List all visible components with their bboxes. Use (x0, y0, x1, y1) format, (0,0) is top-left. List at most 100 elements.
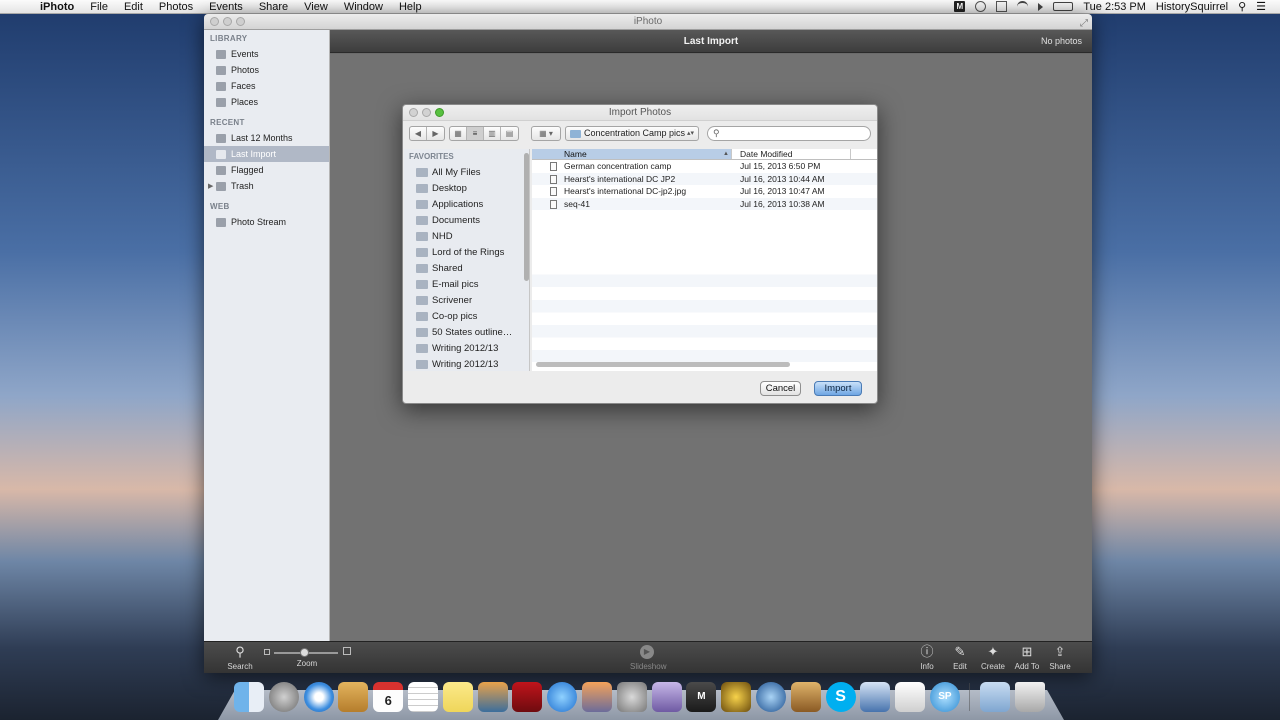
menu-share[interactable]: Share (251, 0, 296, 14)
arrange-button[interactable]: ▦ ▾ (531, 126, 561, 141)
mail-icon[interactable]: M (686, 682, 717, 712)
time-machine-icon[interactable] (975, 1, 987, 12)
search-button[interactable]: ⚲ Search (223, 645, 257, 672)
zoom-slider[interactable] (262, 647, 352, 659)
location-popup[interactable]: Concentration Camp pics ▴▾ (565, 126, 699, 141)
iphoto-icon[interactable] (477, 682, 508, 712)
favorite-lord-of-the-rings[interactable]: Lord of the Rings (404, 244, 529, 260)
favorite-50-states-outline[interactable]: 50 States outline… (404, 324, 529, 340)
favorite-documents[interactable]: Documents (404, 212, 529, 228)
keynote-icon[interactable] (581, 682, 612, 712)
share-button[interactable]: ⇪ Share (1043, 645, 1077, 672)
sidebar-item-places[interactable]: Places (204, 94, 329, 110)
favorite-nhd[interactable]: NHD (404, 228, 529, 244)
forward-button[interactable]: ▶ (427, 127, 444, 140)
file-row[interactable]: Hearst's international DC JP2 Jul 16, 20… (532, 172, 877, 186)
sidebar-item-flagged[interactable]: Flagged (204, 162, 329, 178)
zoom-knob[interactable] (300, 648, 309, 657)
slideshow-button[interactable]: ▶ Slideshow (630, 645, 666, 671)
cancel-button[interactable]: Cancel (760, 381, 801, 396)
add-to-button[interactable]: ⊞ Add To (1010, 645, 1044, 672)
battery-icon[interactable] (1053, 2, 1074, 11)
safari-icon[interactable] (303, 682, 334, 712)
menu-clock[interactable]: Tue 2:53 PM (1083, 1, 1146, 13)
sidebar-item-last-import[interactable]: Last Import (204, 146, 329, 162)
quicktime-icon[interactable] (755, 682, 786, 712)
sp-app-icon[interactable]: SP (929, 682, 960, 712)
dialog-minimize-button[interactable] (422, 108, 431, 117)
dialog-zoom-button[interactable] (435, 108, 444, 117)
favorite-desktop[interactable]: Desktop (404, 180, 529, 196)
minimize-button[interactable] (223, 17, 232, 26)
favorite-scrivener[interactable]: Scrivener (404, 292, 529, 308)
zoom-button[interactable] (236, 17, 245, 26)
sidebar-item-photo-stream[interactable]: Photo Stream (204, 214, 329, 230)
system-preferences-icon[interactable] (616, 682, 647, 712)
sidebar-item-last-12-months[interactable]: Last 12 Months (204, 130, 329, 146)
wifi-icon[interactable] (1017, 1, 1029, 12)
menu-window[interactable]: Window (336, 0, 391, 14)
bluetooth-icon[interactable] (996, 1, 1008, 12)
file-row[interactable]: seq-41 Jul 16, 2013 10:38 AM (532, 197, 877, 211)
close-button[interactable] (210, 17, 219, 26)
menu-extra-m-icon[interactable]: M (954, 1, 966, 12)
contacts-icon[interactable] (338, 682, 369, 712)
menu-help[interactable]: Help (391, 0, 430, 14)
favorite-e-mail-pics[interactable]: E-mail pics (404, 276, 529, 292)
column-view-icon[interactable]: ▥ (484, 127, 501, 140)
disclosure-triangle-icon[interactable]: ▶ (208, 182, 213, 190)
sidebar-scrollbar[interactable] (524, 153, 529, 281)
preview-icon[interactable] (860, 682, 891, 712)
sidebar-item-trash[interactable]: ▶ Trash (204, 178, 329, 194)
notes-icon[interactable] (442, 682, 473, 712)
launchpad-icon[interactable] (268, 682, 299, 712)
favorite-shared[interactable]: Shared (404, 260, 529, 276)
skype-icon[interactable]: S (825, 682, 856, 712)
trash-icon[interactable] (1014, 682, 1045, 712)
create-button[interactable]: ✦ Create (976, 645, 1010, 672)
menu-user[interactable]: HistorySquirrel (1156, 1, 1228, 13)
sidebar-item-faces[interactable]: Faces (204, 78, 329, 94)
menu-file[interactable]: File (82, 0, 116, 14)
file-row[interactable]: Hearst's international DC-jp2.jpg Jul 16… (532, 185, 877, 198)
textedit-icon[interactable] (895, 682, 926, 712)
favorite-all-my-files[interactable]: All My Files (404, 164, 529, 180)
favorite-label: 50 States outline… (432, 326, 513, 338)
calendar-icon[interactable]: 6 (373, 682, 404, 712)
edit-button[interactable]: ✎ Edit (943, 645, 977, 672)
column-name-header[interactable]: Name ▲ (532, 149, 731, 159)
reminders-icon[interactable] (407, 682, 438, 712)
documents-stack-icon[interactable] (979, 682, 1010, 712)
list-view-icon[interactable]: ≡ (467, 127, 484, 140)
favorite-applications[interactable]: Applications (404, 196, 529, 212)
menu-app-iphoto[interactable]: iPhoto (36, 0, 82, 14)
garageband-icon[interactable] (790, 682, 821, 712)
sidebar-item-events[interactable]: Events (204, 46, 329, 62)
info-button[interactable]: ⓘ Info (910, 645, 944, 672)
finder-icon[interactable] (234, 682, 264, 712)
import-button[interactable]: Import (814, 381, 862, 396)
sidebar-item-photos[interactable]: Photos (204, 62, 329, 78)
icon-view-icon[interactable]: ▦ (450, 127, 467, 140)
column-date-header[interactable]: Date Modified (731, 149, 851, 159)
volume-icon[interactable] (1038, 2, 1044, 11)
back-button[interactable]: ◀ (410, 127, 427, 140)
imovie-icon[interactable] (721, 682, 752, 712)
photo-booth-icon[interactable] (512, 682, 543, 712)
file-list-scrollbar[interactable] (536, 362, 790, 367)
menu-view[interactable]: View (296, 0, 336, 14)
script-editor-icon[interactable] (651, 682, 682, 712)
search-input[interactable]: ⚲ (707, 126, 871, 141)
favorite-writing-2012-13[interactable]: Writing 2012/13 (404, 340, 529, 356)
dialog-close-button[interactable] (409, 108, 418, 117)
menu-edit[interactable]: Edit (116, 0, 151, 14)
notification-center-icon[interactable]: ☰ (1256, 0, 1266, 13)
menu-photos[interactable]: Photos (151, 0, 201, 14)
spotlight-icon[interactable]: ⚲ (1238, 0, 1246, 13)
favorite-co-op-pics[interactable]: Co-op pics (404, 308, 529, 324)
menu-events[interactable]: Events (201, 0, 251, 14)
itunes-icon[interactable] (547, 682, 578, 712)
favorite-writing-2012-13-b[interactable]: Writing 2012/13 (404, 356, 529, 371)
coverflow-view-icon[interactable]: ▤ (501, 127, 518, 140)
file-row[interactable]: German concentration camp Jul 15, 2013 6… (532, 160, 877, 173)
